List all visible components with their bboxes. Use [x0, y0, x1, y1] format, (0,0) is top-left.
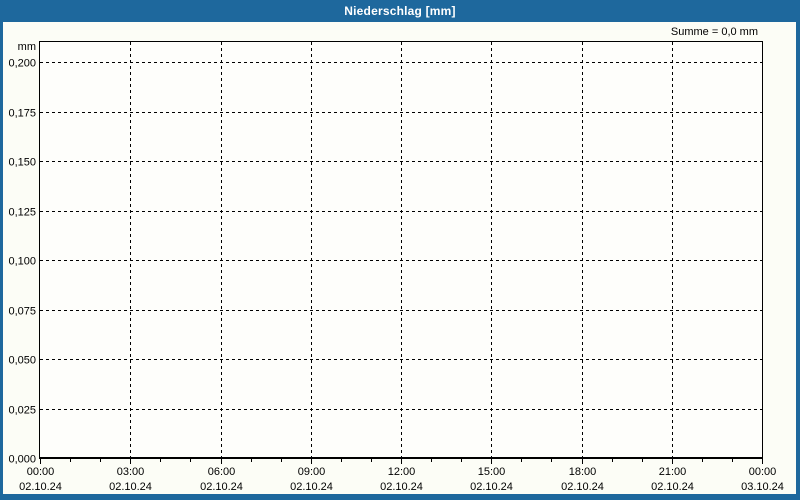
precipitation-chart: 0,000 0,025 0,050 0,075 0,100 0,125 0,150 0,175…	[8, 41, 784, 493]
x-axis-date-label: 03.10.24	[741, 481, 784, 493]
y-axis-tick-label: 0,175	[8, 108, 36, 120]
y-axis-tick-label: 0,000	[8, 454, 36, 466]
x-axis-date-label: 02.10.24	[290, 481, 333, 493]
x-axis-time-label: 00:00	[27, 466, 55, 478]
chart-content: 0,000 0,025 0,050 0,075 0,100 0,125 0,150 0,175…	[3, 22, 796, 494]
y-axis-tick-label: 0,100	[8, 256, 36, 268]
y-axis-tick-label: 0,125	[8, 207, 36, 219]
x-axis-date-label: 02.10.24	[561, 481, 604, 493]
x-axis-date-label: 02.10.24	[109, 481, 152, 493]
y-axis-tick-label: 0,025	[8, 405, 36, 417]
y-axis-tick-label: 0,075	[8, 306, 36, 318]
y-axis-tick-label: 0,050	[8, 355, 36, 367]
x-axis-date-label: 02.10.24	[200, 481, 243, 493]
x-axis-time-label: 03:00	[117, 466, 145, 478]
chart-window: Niederschlag [mm] 0,000 0,025 0,050 0,075 0,…	[0, 0, 800, 500]
chart-title: Niederschlag [mm]	[344, 4, 456, 18]
x-axis-date-label: 02.10.24	[651, 481, 694, 493]
chart-title-bar: Niederschlag [mm]	[3, 0, 796, 22]
x-axis-time-label: 18:00	[569, 466, 597, 478]
y-axis-tick-label: 0,150	[8, 157, 36, 169]
x-axis-time-label: 06:00	[208, 466, 236, 478]
x-axis-date-label: 02.10.24	[470, 481, 513, 493]
x-axis-time-label: 15:00	[478, 466, 506, 478]
y-axis-tick-label: 0,200	[8, 58, 36, 70]
y-axis-unit-label: mm	[18, 41, 36, 53]
x-axis-date-label: 02.10.24	[19, 481, 62, 493]
x-axis-time-label: 00:00	[749, 466, 777, 478]
x-axis-time-label: 21:00	[659, 466, 687, 478]
x-axis-time-label: 12:00	[388, 466, 416, 478]
sum-annotation: Summe = 0,0 mm	[670, 26, 758, 38]
x-axis-time-label: 09:00	[298, 466, 326, 478]
x-axis-date-label: 02.10.24	[380, 481, 423, 493]
